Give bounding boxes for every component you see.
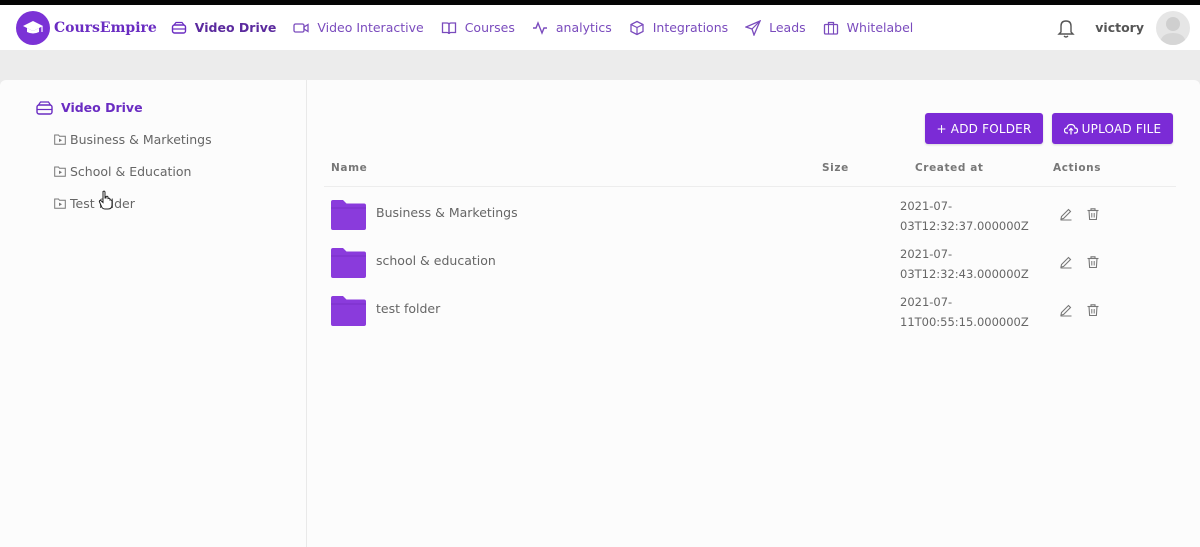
nav-courses[interactable]: Courses [441, 20, 515, 36]
column-header-name[interactable]: Name [331, 162, 367, 174]
row-name[interactable]: Business & Marketings [376, 205, 518, 220]
drive-icon [36, 100, 53, 115]
sidebar-item-business[interactable]: Business & Marketings [54, 132, 212, 147]
row-name[interactable]: test folder [376, 301, 440, 316]
add-folder-label: + ADD FOLDER [936, 121, 1032, 136]
folder-icon [331, 200, 366, 230]
nav-whitelabel[interactable]: Whitelabel [823, 20, 914, 36]
cube-icon [630, 20, 644, 35]
row-created-date: 2021-07- [900, 247, 953, 261]
row-created-at: 2021-07- 11T00:55:15.000000Z [900, 292, 1040, 332]
row-created-at: 2021-07- 03T12:32:37.000000Z [900, 196, 1040, 236]
table-row[interactable]: test folder 2021-07- 11T00:55:15.000000Z [324, 284, 1176, 332]
edit-pencil-icon[interactable] [1059, 207, 1073, 221]
row-created-time: 03T12:32:37.000000Z [900, 219, 1029, 233]
send-icon [745, 19, 762, 36]
nav-label: Integrations [652, 20, 729, 35]
sidebar-item-label: Business & Marketings [70, 132, 212, 147]
sidebar-item-label: School & Education [70, 164, 192, 179]
folder-icon [54, 134, 66, 145]
table-header-divider [324, 186, 1176, 187]
video-camera-icon [293, 22, 310, 33]
sidebar-root-label: Video Drive [61, 100, 143, 115]
nav-label: Video Drive [194, 20, 277, 35]
trash-icon[interactable] [1086, 303, 1100, 317]
nav-label: analytics [555, 20, 612, 35]
app-logo[interactable]: CoursEmpire [16, 10, 157, 45]
nav-leads[interactable]: Leads [745, 19, 806, 36]
row-created-time: 03T12:32:43.000000Z [900, 267, 1029, 281]
folder-icon [54, 198, 66, 209]
top-navbar: CoursEmpire Video Drive Video Interactiv… [0, 5, 1200, 50]
username[interactable]: victory [1095, 20, 1144, 35]
row-created-date: 2021-07- [900, 295, 953, 309]
row-name[interactable]: school & education [376, 253, 496, 268]
table-row[interactable]: school & education 2021-07- 03T12:32:43.… [324, 236, 1176, 284]
row-created-date: 2021-07- [900, 199, 953, 213]
app-name: CoursEmpire [54, 19, 157, 36]
sidebar-item-school[interactable]: School & Education [54, 164, 191, 179]
row-created-time: 11T00:55:15.000000Z [900, 315, 1029, 329]
nav-integrations[interactable]: Integrations [629, 20, 728, 36]
folder-sidebar: Video Drive Business & Marketings School… [0, 80, 307, 547]
nav-video-drive[interactable]: Video Drive [171, 20, 277, 36]
bell-icon[interactable] [1055, 17, 1077, 39]
column-header-actions: Actions [1053, 162, 1102, 174]
upload-file-label: UPLOAD FILE [1081, 121, 1162, 136]
graduation-cap-icon [16, 10, 50, 45]
column-header-created[interactable]: Created at [915, 162, 984, 174]
main-card: Video Drive Business & Marketings School… [0, 80, 1200, 547]
nav-label: Video Interactive [317, 20, 424, 35]
trash-icon[interactable] [1086, 255, 1100, 269]
trash-icon[interactable] [1086, 207, 1100, 221]
edit-pencil-icon[interactable] [1059, 303, 1073, 317]
folder-icon [54, 166, 66, 177]
column-header-size[interactable]: Size [822, 162, 849, 174]
row-created-at: 2021-07- 03T12:32:43.000000Z [900, 244, 1040, 284]
nav-analytics[interactable]: analytics [532, 20, 612, 36]
nav-label: Whitelabel [846, 20, 914, 35]
sidebar-item-test-folder[interactable]: Test folder [54, 196, 135, 211]
cloud-upload-icon [1063, 123, 1078, 134]
nav-label: Courses [464, 20, 515, 35]
user-avatar-icon [1160, 16, 1186, 45]
sidebar-item-label: Test folder [70, 196, 135, 211]
add-folder-button[interactable]: + ADD FOLDER [925, 113, 1043, 144]
avatar[interactable] [1156, 10, 1190, 45]
nav-label: Leads [769, 20, 806, 35]
nav-video-interactive[interactable]: Video Interactive [293, 20, 424, 36]
folder-icon [331, 248, 366, 278]
activity-icon [532, 20, 547, 35]
briefcase-icon [823, 21, 838, 35]
drive-icon [171, 21, 186, 34]
upload-file-button[interactable]: UPLOAD FILE [1052, 113, 1173, 144]
folder-icon [331, 296, 366, 326]
book-icon [441, 21, 456, 34]
sidebar-root-video-drive[interactable]: Video Drive [36, 100, 143, 115]
edit-pencil-icon[interactable] [1059, 255, 1073, 269]
table-row[interactable]: Business & Marketings 2021-07- 03T12:32:… [324, 188, 1176, 236]
